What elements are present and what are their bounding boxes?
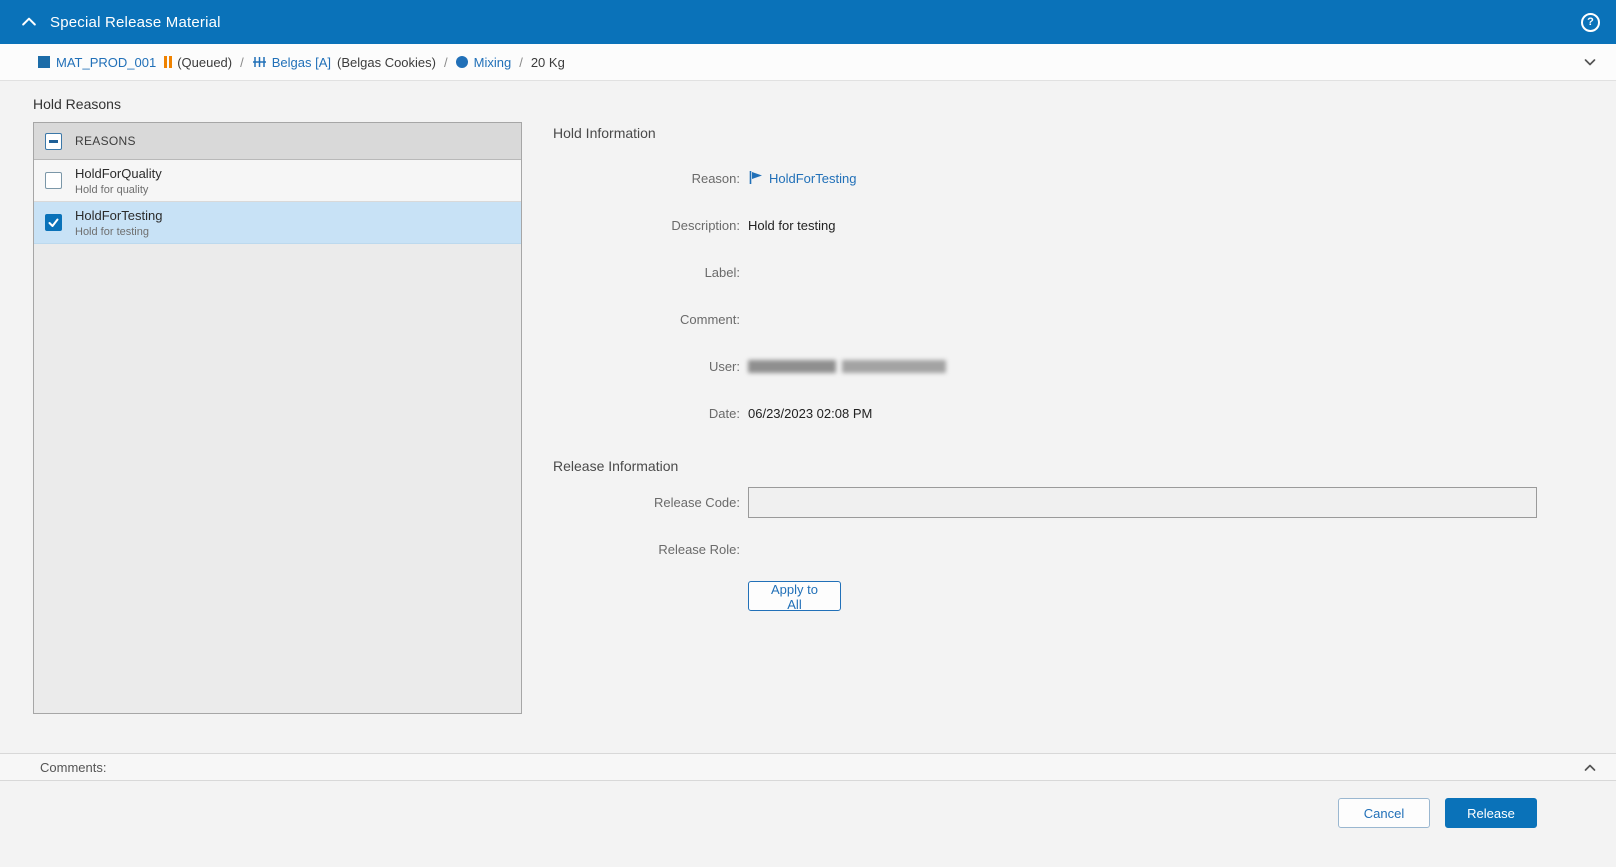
user-value-redacted [748, 360, 946, 373]
breadcrumb-equipment-link[interactable]: Belgas [A] [272, 55, 331, 70]
hold-information-title: Hold Information [553, 125, 656, 141]
flag-icon [748, 170, 764, 188]
field-comment: Comment: [553, 296, 1553, 343]
chevron-down-icon[interactable] [1582, 54, 1598, 70]
hold-reasons-panel: Hold Reasons REASONS HoldForQuality Hold… [33, 95, 522, 714]
field-date: Date: 06/23/2023 02:08 PM [553, 390, 1553, 437]
field-reason: Reason: HoldForTesting [553, 155, 1553, 202]
reasons-list-header: REASONS [34, 123, 521, 160]
reason-link[interactable]: HoldForTesting [769, 171, 856, 186]
operation-icon [455, 56, 468, 68]
field-label: Label: [704, 265, 740, 280]
release-code-input[interactable] [748, 487, 1537, 518]
reason-checkbox[interactable] [45, 214, 62, 231]
checkmark-icon [48, 218, 59, 227]
chevron-up-icon[interactable] [1582, 760, 1598, 779]
help-icon[interactable]: ? [1581, 12, 1600, 32]
release-information-title: Release Information [553, 458, 679, 474]
field-label: Release Code: [654, 495, 740, 510]
reasons-header-label: REASONS [75, 134, 136, 148]
field-value: Hold for testing [748, 218, 836, 233]
reason-name: HoldForQuality [75, 165, 162, 181]
indeterminate-dash-icon [49, 139, 58, 143]
select-all-checkbox[interactable] [45, 132, 62, 150]
queued-status-icon [164, 56, 173, 68]
breadcrumb-separator: / [444, 54, 448, 70]
reason-description: Hold for quality [75, 183, 149, 196]
cancel-button[interactable]: Cancel [1338, 798, 1430, 828]
breadcrumb-material-link[interactable]: MAT_PROD_001 [56, 55, 156, 70]
field-label: Date: [708, 406, 740, 421]
field-label: Description: [671, 218, 740, 233]
field-label: Release Role: [658, 542, 740, 557]
list-item[interactable]: HoldForQuality Hold for quality [34, 160, 521, 202]
field-value: 06/23/2023 02:08 PM [748, 406, 873, 421]
collapse-up-icon[interactable] [18, 11, 40, 33]
reason-description: Hold for testing [75, 225, 149, 238]
reason-checkbox[interactable] [45, 172, 62, 189]
field-label-row: Label: [553, 249, 1553, 296]
reason-name: HoldForTesting [75, 207, 163, 223]
breadcrumb: MAT_PROD_001 (Queued) / Belgas [A] (Belg… [0, 44, 1616, 81]
comments-section[interactable]: Comments: [0, 753, 1616, 781]
list-item[interactable]: HoldForTesting Hold for testing [34, 202, 521, 244]
field-release-role: Release Role: [553, 526, 1553, 573]
equipment-icon [252, 55, 267, 69]
field-description: Description: Hold for testing [553, 202, 1553, 249]
field-label: Reason: [691, 171, 740, 186]
hold-reasons-title: Hold Reasons [33, 96, 121, 112]
field-release-code: Release Code: [553, 479, 1553, 526]
breadcrumb-operation-link[interactable]: Mixing [474, 55, 512, 70]
breadcrumb-equipment-desc: (Belgas Cookies) [337, 54, 436, 70]
field-user: User: [553, 343, 1553, 390]
breadcrumb-separator: / [519, 54, 523, 70]
hold-information-panel: Hold Information Reason: HoldForTesting … [553, 81, 1553, 614]
breadcrumb-quantity: 20 Kg [530, 54, 565, 70]
reasons-list: REASONS HoldForQuality Hold for quality … [33, 122, 522, 714]
field-label: Comment: [680, 312, 740, 327]
breadcrumb-status: (Queued) [177, 54, 233, 70]
material-icon [38, 56, 50, 68]
release-button[interactable]: Release [1445, 798, 1537, 828]
field-label: User: [708, 359, 740, 374]
breadcrumb-separator: / [240, 54, 244, 70]
top-bar: Special Release Material ? [0, 0, 1616, 44]
special-release-material-screen: Special Release Material ? MAT_PROD_001 … [0, 0, 1616, 867]
apply-to-all-button[interactable]: Apply to All [748, 581, 841, 612]
comments-label: Comments: [40, 759, 107, 775]
footer-actions: Cancel Release [0, 781, 1616, 867]
page-title: Special Release Material [50, 13, 221, 31]
main-content: Hold Reasons REASONS HoldForQuality Hold… [0, 81, 1616, 753]
